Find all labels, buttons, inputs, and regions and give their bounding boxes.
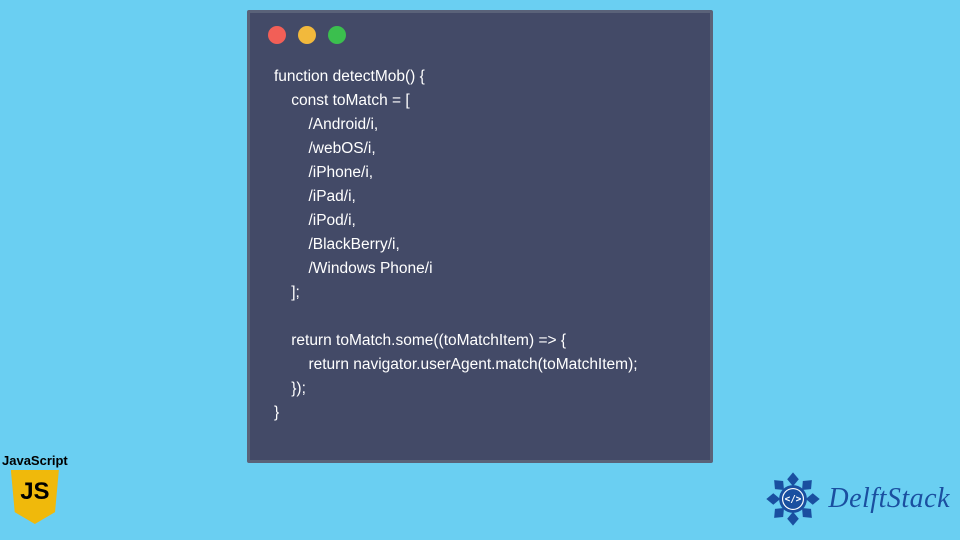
code-window: function detectMob() { const toMatch = [… (247, 10, 713, 463)
window-titlebar (250, 13, 710, 57)
delftstack-emblem-icon: </> (764, 470, 822, 528)
javascript-badge: JavaScript JS (2, 453, 68, 524)
svg-text:</>: </> (785, 494, 802, 505)
maximize-icon[interactable] (328, 26, 346, 44)
javascript-shield-text: JS (11, 480, 59, 504)
close-icon[interactable] (268, 26, 286, 44)
javascript-shield-icon: JS (11, 470, 59, 524)
minimize-icon[interactable] (298, 26, 316, 44)
code-body: function detectMob() { const toMatch = [… (250, 57, 710, 425)
javascript-label: JavaScript (2, 453, 68, 468)
delftstack-logo: </> DelftStack (764, 470, 950, 528)
delftstack-text: DelftStack (828, 483, 950, 515)
